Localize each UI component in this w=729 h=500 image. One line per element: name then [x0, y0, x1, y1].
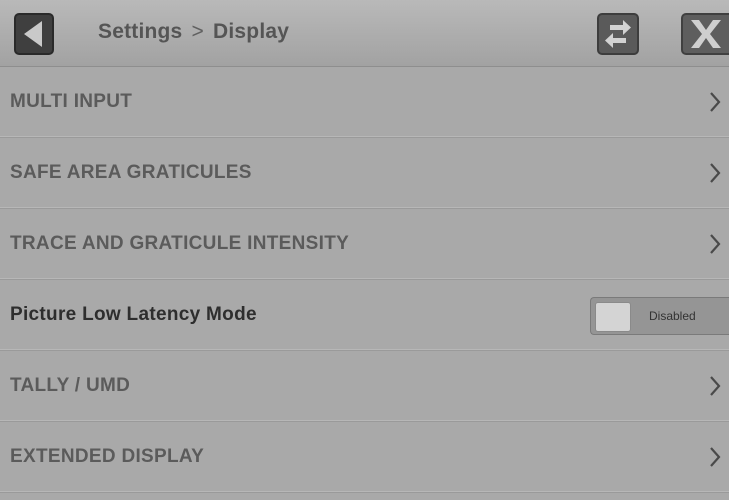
settings-menu-list: MULTI INPUT SAFE AREA GRATICULES TRACE A…	[0, 67, 729, 493]
swap-button[interactable]	[597, 13, 639, 55]
back-arrow-icon	[24, 21, 42, 47]
page-title: Display	[213, 20, 290, 43]
chevron-right-icon	[710, 447, 721, 467]
close-x-icon	[691, 20, 721, 48]
menu-item-safe-area-graticules[interactable]: SAFE AREA GRATICULES	[0, 138, 729, 209]
menu-item-trace-graticule-intensity[interactable]: TRACE AND GRATICULE INTENSITY	[0, 209, 729, 280]
back-button[interactable]	[14, 13, 54, 55]
menu-item-label: MULTI INPUT	[10, 91, 133, 112]
close-button[interactable]	[681, 13, 729, 55]
display-settings-screen: Settings > Display MULTI INPUT SAFE AREA…	[0, 0, 729, 500]
menu-item-tally-umd[interactable]: TALLY / UMD	[0, 351, 729, 422]
menu-item-label: Picture Low Latency Mode	[10, 304, 257, 325]
menu-item-label: TALLY / UMD	[10, 375, 131, 396]
menu-item-multi-input[interactable]: MULTI INPUT	[0, 67, 729, 138]
chevron-right-icon	[710, 163, 721, 183]
menu-item-picture-low-latency-mode: Picture Low Latency Mode Disabled	[0, 280, 729, 351]
menu-item-extended-display[interactable]: EXTENDED DISPLAY	[0, 422, 729, 493]
low-latency-toggle[interactable]: Disabled	[590, 297, 729, 335]
breadcrumb: Settings > Display	[98, 20, 289, 44]
header-bar: Settings > Display	[0, 0, 729, 67]
chevron-right-icon	[710, 92, 721, 112]
chevron-right-icon	[710, 234, 721, 254]
breadcrumb-separator: >	[191, 20, 204, 43]
menu-item-label: EXTENDED DISPLAY	[10, 446, 205, 467]
menu-item-label: SAFE AREA GRATICULES	[10, 162, 252, 183]
toggle-state-label: Disabled	[649, 309, 696, 323]
chevron-right-icon	[710, 376, 721, 396]
toggle-knob	[595, 302, 631, 332]
breadcrumb-parent: Settings	[98, 20, 183, 43]
menu-item-label: TRACE AND GRATICULE INTENSITY	[10, 233, 350, 254]
swap-arrows-icon	[605, 20, 631, 48]
